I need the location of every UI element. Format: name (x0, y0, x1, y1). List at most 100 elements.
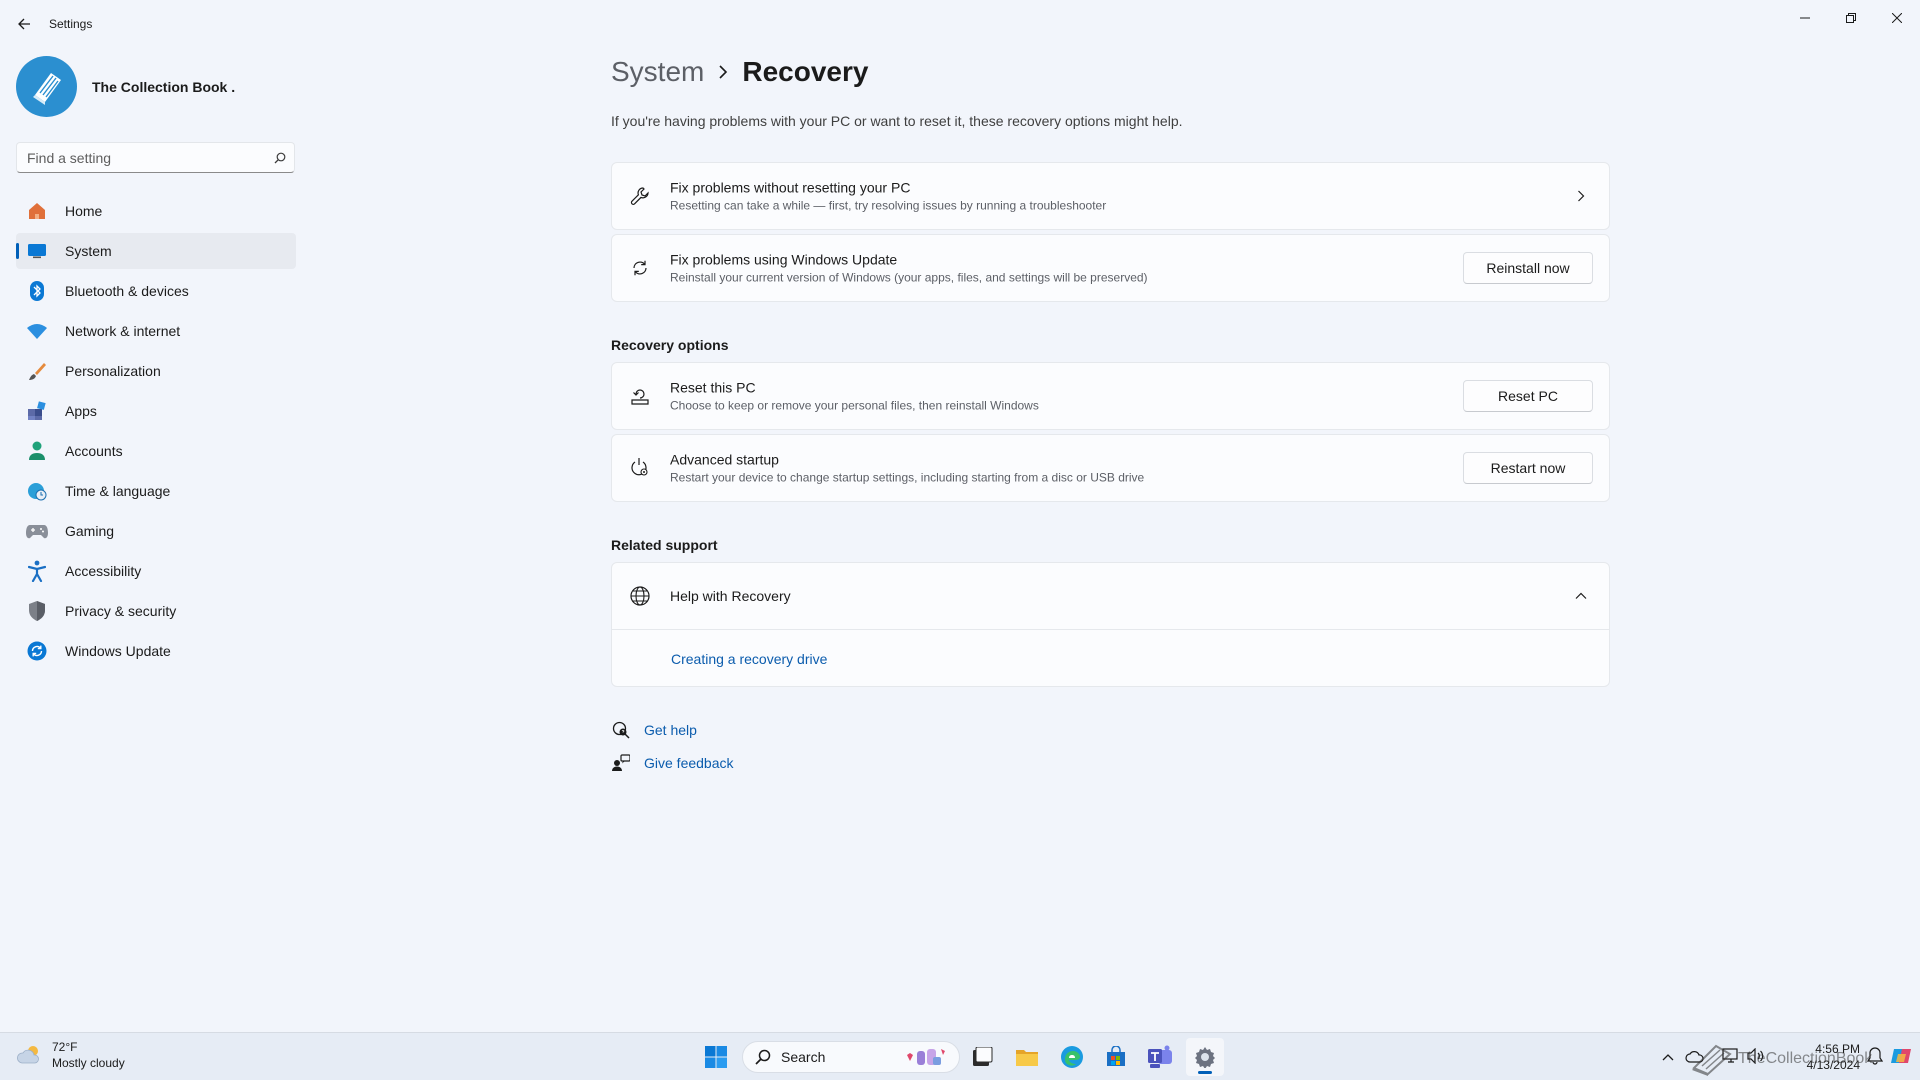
profile-name: The Collection Book . (92, 78, 236, 95)
folder-icon (1016, 1050, 1038, 1066)
sidebar-item-bluetooth[interactable]: Bluetooth & devices (16, 273, 296, 309)
watermark: TheCollectionBook (1690, 1040, 1890, 1078)
sidebar-item-privacy[interactable]: Privacy & security (16, 593, 296, 629)
title-bar: Settings (0, 0, 1920, 48)
taskbar: 72°F Mostly cloudy Search 4:56 PM 4/13/2… (0, 1032, 1920, 1080)
fix-problems-title: Fix problems without resetting your PC (670, 179, 911, 196)
watermark-book-icon (1692, 1044, 1732, 1076)
edge-icon (1061, 1046, 1083, 1068)
sidebar-item-apps[interactable]: Apps (16, 393, 296, 429)
back-arrow-icon (18, 18, 30, 30)
windows-update-fix-title: Fix problems using Windows Update (670, 251, 898, 268)
windows-logo-icon (705, 1046, 727, 1068)
advanced-startup-card: Advanced startup Restart your device to … (611, 434, 1610, 502)
advanced-startup-icon (628, 456, 652, 480)
apps-icon (26, 400, 48, 422)
advanced-startup-text: Advanced startup Restart your device to … (670, 452, 1144, 485)
feedback-icon (611, 753, 631, 773)
store-icon (1107, 1046, 1125, 1066)
edge-browser-button[interactable] (1053, 1038, 1091, 1076)
close-icon (1892, 13, 1902, 23)
minimize-button[interactable] (1782, 2, 1828, 34)
help-with-recovery-title: Help with Recovery (670, 588, 791, 604)
reset-pc-icon (628, 384, 652, 408)
globe-clock-icon (26, 480, 48, 502)
microsoft-store-button[interactable] (1097, 1038, 1135, 1076)
advanced-startup-title: Advanced startup (670, 451, 779, 468)
reset-pc-title: Reset this PC (670, 379, 756, 396)
fix-problems-card[interactable]: Fix problems without resetting your PC R… (611, 162, 1610, 230)
user-profile[interactable]: The Collection Book . (16, 56, 235, 117)
sidebar-item-gaming[interactable]: Gaming (16, 513, 296, 549)
system-icon (26, 240, 48, 262)
restore-button[interactable] (1828, 2, 1874, 34)
gear-icon (1195, 1047, 1215, 1068)
person-icon (26, 440, 48, 462)
settings-search[interactable] (16, 142, 295, 173)
copilot-icon (1891, 1049, 1911, 1063)
creating-recovery-drive-link[interactable]: Creating a recovery drive (671, 651, 827, 667)
reinstall-now-button[interactable]: Reinstall now (1463, 252, 1593, 284)
chevron-right-icon (1573, 188, 1589, 204)
sidebar-item-accessibility[interactable]: Accessibility (16, 553, 296, 589)
weather-desc: Mostly cloudy (52, 1056, 125, 1070)
avatar (16, 56, 77, 117)
bluetooth-icon (26, 280, 48, 302)
get-help-link[interactable]: Get help (611, 720, 697, 740)
cloud-sun-icon (17, 1046, 39, 1064)
show-hidden-icons-button[interactable] (1660, 1049, 1676, 1065)
gamepad-icon (26, 520, 48, 542)
watermark-text: TheCollectionBook (1738, 1050, 1873, 1067)
sidebar-item-personalization[interactable]: Personalization (16, 353, 296, 389)
back-button[interactable] (12, 12, 36, 36)
taskbar-search[interactable]: Search (742, 1041, 960, 1073)
minimize-icon (1800, 17, 1810, 19)
teams-icon (1148, 1045, 1172, 1068)
sidebar-item-time-language[interactable]: Time & language (16, 473, 296, 509)
restore-icon (1846, 13, 1856, 23)
sidebar-item-accounts[interactable]: Accounts (16, 433, 296, 469)
help-with-recovery-text: Help with Recovery (670, 588, 791, 604)
search-input[interactable] (17, 149, 266, 166)
advanced-startup-subtitle: Restart your device to change startup se… (670, 470, 1145, 485)
fix-problems-text: Fix problems without resetting your PC R… (670, 180, 1106, 213)
file-explorer-button[interactable] (1008, 1038, 1046, 1076)
reset-pc-button[interactable]: Reset PC (1463, 380, 1593, 412)
help-with-recovery-header[interactable]: Help with Recovery (612, 563, 1609, 630)
reset-pc-text: Reset this PC Choose to keep or remove y… (670, 380, 1039, 413)
restart-now-button[interactable]: Restart now (1463, 452, 1593, 484)
give-feedback-link[interactable]: Give feedback (611, 753, 734, 773)
shield-icon (26, 600, 48, 622)
page-title: Recovery (742, 56, 869, 87)
reset-pc-subtitle: Choose to keep or remove your personal f… (670, 398, 1039, 413)
chevron-up-icon[interactable] (1573, 588, 1589, 604)
weather-temp: 72°F (52, 1040, 78, 1054)
sidebar-item-windows-update[interactable]: Windows Update (16, 633, 296, 669)
update-icon (26, 640, 48, 662)
windows-update-fix-subtitle: Reinstall your current version of Window… (670, 270, 1148, 285)
recovery-options-heading: Recovery options (611, 337, 729, 353)
sidebar-nav: Home System Bluetooth & devices Network … (16, 193, 296, 673)
close-button[interactable] (1874, 2, 1920, 34)
give-feedback-label: Give feedback (644, 755, 734, 771)
teams-button[interactable] (1141, 1038, 1179, 1076)
start-button[interactable] (697, 1038, 735, 1076)
globe-icon (628, 584, 652, 608)
chevron-up-icon (1662, 1054, 1674, 1061)
taskbar-search-label: Search (781, 1049, 826, 1065)
book-logo-icon (32, 72, 61, 105)
reset-pc-card: Reset this PC Choose to keep or remove y… (611, 362, 1610, 430)
fix-problems-subtitle: Resetting can take a while — first, try … (670, 198, 1107, 213)
sidebar-item-home[interactable]: Home (16, 193, 296, 229)
brush-icon (26, 360, 48, 382)
breadcrumb-parent[interactable]: System (611, 56, 704, 88)
copilot-button[interactable] (1888, 1043, 1914, 1069)
settings-app-button[interactable] (1186, 1038, 1224, 1076)
app-title: Settings (49, 17, 93, 31)
search-icon[interactable] (266, 152, 294, 164)
sidebar-item-system[interactable]: System (16, 233, 296, 269)
task-view-button[interactable] (963, 1038, 1001, 1076)
weather-widget[interactable]: 72°F Mostly cloudy (16, 1039, 125, 1071)
home-icon (26, 200, 48, 222)
sidebar-item-network[interactable]: Network & internet (16, 313, 296, 349)
